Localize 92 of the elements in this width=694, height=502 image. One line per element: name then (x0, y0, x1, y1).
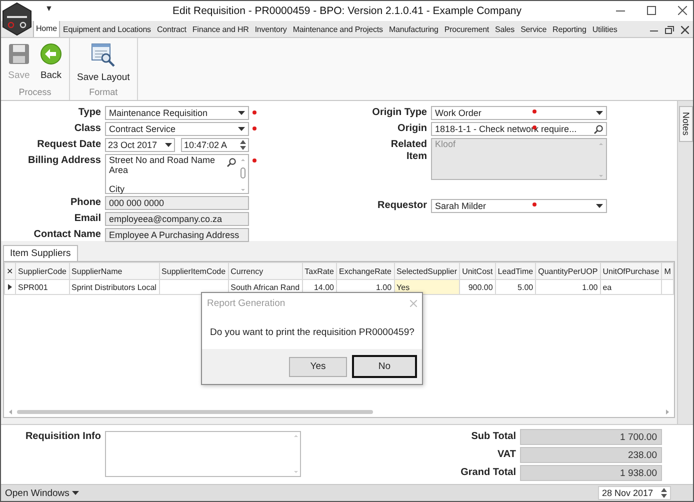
window-title: Edit Requisition - PR0000459 - BPO: Version 2.1.0.41 - Example Company (172, 5, 522, 17)
memo-field[interactable] (105, 431, 301, 477)
caret-icon (596, 204, 603, 208)
dropdown-field[interactable]: Contract Service (105, 122, 249, 136)
restore-icon[interactable] (665, 26, 674, 34)
ribbon-tab[interactable]: Reporting (550, 21, 590, 37)
group-label: Process (18, 86, 52, 99)
ribbon-tab[interactable]: Equipment and Locations (60, 21, 154, 37)
caret-icon (72, 491, 80, 495)
text-field[interactable]: employeea@company.co.za (105, 212, 249, 226)
table-cell: 900.00 (460, 280, 496, 294)
field-label: Billing Address (27, 154, 102, 168)
ribbon-tab[interactable]: Maintenance and Projects (290, 21, 386, 37)
table-cell: 5.00 (495, 280, 536, 294)
total-label: Grand Total (460, 466, 517, 480)
dropdown-field[interactable]: Sarah Milder (431, 199, 607, 213)
ribbon-tab[interactable]: Finance and HR (189, 21, 252, 37)
search-icon[interactable] (227, 158, 236, 167)
search-icon[interactable] (594, 124, 603, 134)
total-field: 1 700.00 (520, 429, 662, 445)
column-header[interactable]: Currency (228, 262, 302, 280)
table-cell: 1.00 (536, 280, 600, 294)
close-icon[interactable] (681, 26, 689, 34)
ribbon-tab[interactable]: Inventory (252, 21, 290, 37)
column-header[interactable]: ExchangeRate (336, 262, 394, 280)
dropdown-field[interactable]: Work Order (431, 106, 607, 120)
column-header[interactable]: SupplierItemCode (159, 262, 228, 280)
total-field: 1 938.00 (520, 465, 662, 481)
ribbon-tab[interactable]: Contract (154, 21, 190, 37)
field-label: Requestor (376, 199, 428, 213)
field-label: Email (73, 212, 102, 226)
text-field[interactable]: 000 000 0000 (105, 196, 249, 210)
group-label: Format (88, 86, 119, 99)
field-label: Origin (396, 122, 428, 136)
open-windows-button[interactable]: Open Windows (5, 488, 80, 498)
column-header[interactable]: TaxRate (302, 262, 336, 280)
quick-access-menu[interactable]: ▼ (45, 4, 53, 13)
column-header[interactable]: QuantityPerUOP (536, 262, 600, 280)
field-label: Origin Type (371, 106, 428, 120)
dropdown-field[interactable]: Maintenance Requisition (105, 106, 249, 120)
save-layout-button[interactable]: Save Layout (73, 41, 134, 86)
column-header[interactable]: SupplierCode (16, 262, 70, 280)
ribbon-tab[interactable]: Manufacturing (386, 21, 442, 37)
spin-icon[interactable] (661, 488, 667, 498)
close-icon[interactable] (678, 6, 687, 15)
table-cell: Sprint Distributors Local (69, 280, 160, 294)
field-label: Class (73, 122, 102, 136)
caret-icon (238, 127, 245, 131)
table-cell: ea (600, 280, 662, 294)
dialog-button[interactable]: Yes (289, 356, 347, 376)
back-button[interactable]: Back (36, 41, 66, 86)
field-label: Type (77, 106, 102, 120)
spin-icon[interactable] (240, 140, 246, 150)
panel-tab[interactable]: Item Suppliers (3, 245, 78, 261)
column-header[interactable]: SupplierName (69, 262, 160, 280)
column-header[interactable]: UnitOfPurchase (600, 262, 662, 280)
ribbon-tab[interactable]: Service (518, 21, 550, 37)
caret-icon (165, 143, 172, 147)
ribbon-tab[interactable]: Sales (492, 21, 518, 37)
maximize-icon[interactable] (647, 6, 656, 15)
scrollbar (292, 432, 300, 476)
scrollbar (239, 156, 247, 194)
field-label: Related Item (390, 138, 428, 164)
total-field: 238.00 (520, 447, 662, 463)
field-label: Request Date (36, 138, 102, 152)
dialog-message: Do you want to print the requisition PR0000459? (210, 327, 414, 339)
field-label: Requisition Info (24, 431, 102, 444)
field-label: Contact Name (32, 228, 102, 242)
caret-icon (596, 111, 603, 115)
total-label: Sub Total (470, 430, 517, 444)
layout-magnifier-icon (91, 43, 116, 67)
date-field[interactable]: 28 Nov 2017 (598, 486, 671, 500)
column-header[interactable]: SelectedSupplier (394, 262, 460, 280)
dialog-button[interactable]: No (352, 355, 417, 378)
text-field[interactable]: Employee A Purchasing Address (105, 228, 249, 242)
field-label: Phone (69, 196, 102, 210)
ribbon-tab[interactable]: Procurement (441, 21, 492, 37)
column-header[interactable]: UnitCost (460, 262, 496, 280)
scrollbar (597, 140, 605, 180)
ribbon-tab[interactable]: Home (33, 20, 60, 37)
memo-field[interactable]: Street No and Road Name Area City (105, 154, 249, 194)
time-field[interactable]: 10:47:02 A (181, 138, 249, 152)
total-label: VAT (496, 448, 517, 462)
dialog-title: Report Generation (207, 298, 286, 308)
column-header[interactable]: M (662, 262, 674, 280)
table-cell: SPR001 (16, 280, 70, 294)
clear-filter-button[interactable]: ✕ (4, 262, 16, 280)
caret-icon (238, 111, 245, 115)
ribbon-tab[interactable]: Utilities (589, 21, 620, 37)
column-header[interactable]: LeadTime (495, 262, 536, 280)
notes-tab[interactable]: Notes (679, 106, 693, 142)
date-field[interactable]: 23 Oct 2017 (105, 138, 175, 152)
